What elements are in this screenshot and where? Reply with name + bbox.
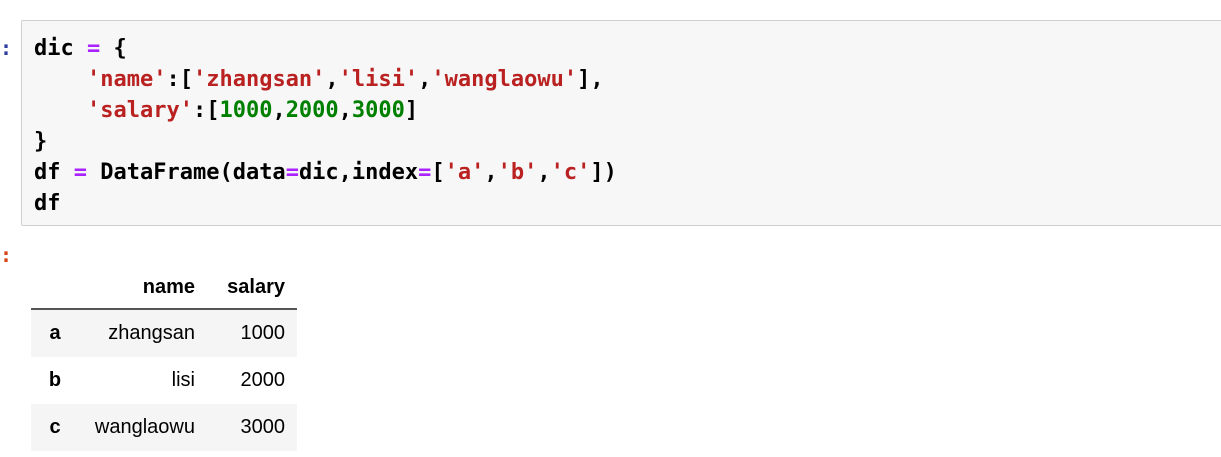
row-index: c (49, 416, 61, 438)
output-prompt: : (0, 243, 13, 267)
table-row: b lisi 2000 (31, 357, 297, 404)
code-line-3: 'salary':[1000,2000,3000] (86, 98, 419, 123)
code-line-1: dic = { (34, 36, 127, 61)
cell-salary: 2000 (240, 369, 286, 391)
cell-name: zhangsan (108, 322, 195, 344)
column-header-name: name (79, 266, 207, 310)
input-prompt: : (0, 36, 13, 60)
table-row: a zhangsan 1000 (31, 309, 297, 357)
row-index: b (48, 369, 62, 391)
code-line-4: } (34, 129, 48, 154)
code-line-5: df = DataFrame(data=dic,index=['a','b','… (34, 160, 617, 185)
cell-salary: 1000 (240, 322, 286, 344)
row-index: a (49, 322, 61, 344)
output-area: name salary a zhangsan 1000 b lisi 2000 … (31, 266, 297, 451)
code-line-2: 'name':['zhangsan','lisi','wanglaowu'], (86, 67, 604, 92)
code-cell[interactable]: dic = { 'name':['zhangsan','lisi','wangl… (21, 20, 1221, 226)
column-header-salary: salary (207, 266, 297, 310)
dataframe-table: name salary a zhangsan 1000 b lisi 2000 … (31, 266, 297, 451)
cell-name: wanglaowu (94, 416, 195, 438)
cell-salary: 3000 (240, 416, 286, 438)
index-header (31, 266, 79, 310)
table-row: c wanglaowu 3000 (31, 404, 297, 451)
code-editor[interactable]: dic = { 'name':['zhangsan','lisi','wangl… (34, 33, 617, 219)
table-header-row: name salary (31, 266, 297, 310)
cell-name: lisi (171, 369, 195, 391)
code-line-6: df (34, 191, 61, 216)
